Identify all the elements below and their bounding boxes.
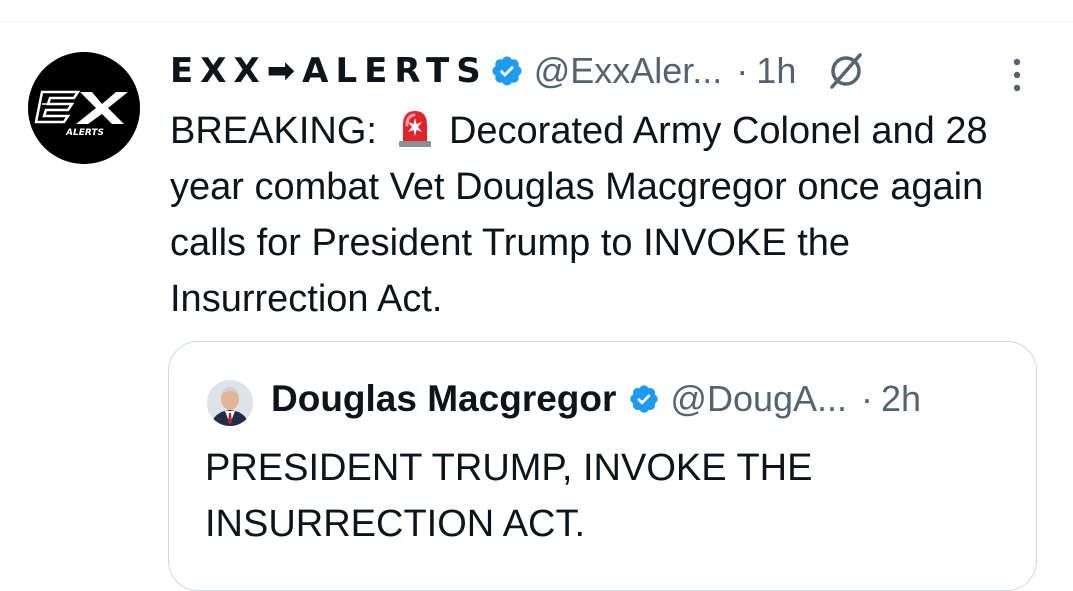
quoted-tweet-card[interactable]: Douglas Macgregor @DougA... · 2h PRESIDE…	[168, 341, 1037, 591]
quoted-tweet-timestamp[interactable]: 2h	[881, 378, 921, 420]
police-siren-emoji	[393, 105, 437, 149]
header-separator: ·	[736, 50, 749, 91]
tweet-body: BREAKING: Decorated Army Colonel and 28 …	[170, 103, 1050, 327]
quoted-author-name[interactable]: Douglas Macgregor	[271, 378, 616, 420]
more-options-icon[interactable]	[1005, 55, 1029, 95]
author-avatar[interactable]: ALERTS	[28, 52, 140, 164]
verified-badge-icon[interactable]	[628, 383, 660, 415]
quoted-tweet-header: Douglas Macgregor @DougA... · 2h	[271, 378, 921, 420]
quoted-author-avatar[interactable]	[207, 380, 253, 426]
author-display-name[interactable]: EXX➡ALERTS	[170, 51, 488, 91]
top-divider	[0, 21, 1073, 22]
exx-logo-icon: ALERTS	[28, 52, 140, 164]
verified-badge-icon[interactable]	[490, 54, 524, 88]
quoted-tweet-text: PRESIDENT TRUMP, INVOKE THE INSURRECTION…	[205, 447, 813, 545]
tweet-text-prefix: BREAKING:	[170, 110, 377, 152]
quoted-header-separator: ·	[861, 378, 874, 419]
tweet-timestamp[interactable]: 1h	[756, 50, 796, 92]
tweet-header: EXX➡ALERTS @ExxAler... · 1h	[170, 48, 1050, 94]
grok-icon[interactable]	[824, 49, 868, 93]
exx-logo-text: ALERTS	[65, 128, 104, 138]
author-handle[interactable]: @ExxAler...	[534, 50, 723, 92]
quoted-author-handle[interactable]: @DougA...	[670, 378, 847, 420]
